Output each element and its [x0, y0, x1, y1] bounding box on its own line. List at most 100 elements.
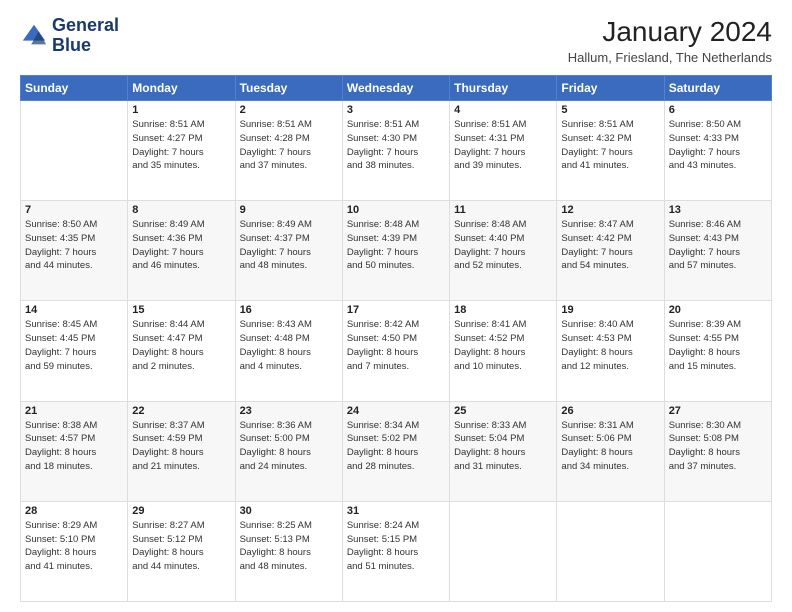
day-number: 24: [347, 405, 445, 417]
day-number: 20: [669, 304, 767, 316]
table-row: 26 Sunrise: 8:31 AMSunset: 5:06 PMDayligh…: [557, 401, 664, 501]
calendar-week-row: 21 Sunrise: 8:38 AMSunset: 4:57 PMDayligh…: [21, 401, 772, 501]
page: General Blue January 2024 Hallum, Friesl…: [0, 0, 792, 612]
day-number: 16: [240, 304, 338, 316]
logo-text: General Blue: [52, 16, 119, 56]
table-row: 28 Sunrise: 8:29 AMSunset: 5:10 PMDayligh…: [21, 501, 128, 601]
table-row: 8 Sunrise: 8:49 AMSunset: 4:36 PMDaylight…: [128, 201, 235, 301]
calendar-week-row: 7Sunrise: 8:50 AMSunset: 4:35 PMDaylight…: [21, 201, 772, 301]
day-number: 1: [132, 104, 230, 116]
table-row: 19Sunrise: 8:40 AMSunset: 4:53 PMDayligh…: [557, 301, 664, 401]
location: Hallum, Friesland, The Netherlands: [568, 50, 772, 65]
day-number: 2: [240, 104, 338, 116]
calendar-week-row: 1 Sunrise: 8:51 AMSunset: 4:27 PMDaylight…: [21, 101, 772, 201]
table-row: 12Sunrise: 8:47 AMSunset: 4:42 PMDayligh…: [557, 201, 664, 301]
table-row: [557, 501, 664, 601]
day-number: 3: [347, 104, 445, 116]
table-row: 31 Sunrise: 8:24 AMSunset: 5:15 PMDayligh…: [342, 501, 449, 601]
table-row: 29 Sunrise: 8:27 AMSunset: 5:12 PMDayligh…: [128, 501, 235, 601]
day-info: Sunrise: 8:27 AMSunset: 5:12 PMDaylight:…: [132, 519, 230, 574]
day-number: 5: [561, 104, 659, 116]
day-number: 21: [25, 405, 123, 417]
table-row: 13Sunrise: 8:46 AMSunset: 4:43 PMDayligh…: [664, 201, 771, 301]
table-row: 27 Sunrise: 8:30 AMSunset: 5:08 PMDayligh…: [664, 401, 771, 501]
table-row: 4 Sunrise: 8:51 AMSunset: 4:31 PMDaylight…: [450, 101, 557, 201]
day-number: 6: [669, 104, 767, 116]
day-number: 4: [454, 104, 552, 116]
table-row: 23 Sunrise: 8:36 AMSunset: 5:00 PMDayligh…: [235, 401, 342, 501]
day-number: 23: [240, 405, 338, 417]
day-info: Sunrise: 8:51 AMSunset: 4:31 PMDaylight:…: [454, 118, 552, 173]
col-saturday: Saturday: [664, 76, 771, 101]
table-row: 11 Sunrise: 8:48 AMSunset: 4:40 PMDayligh…: [450, 201, 557, 301]
col-thursday: Thursday: [450, 76, 557, 101]
table-row: 24 Sunrise: 8:34 AMSunset: 5:02 PMDayligh…: [342, 401, 449, 501]
day-info: Sunrise: 8:31 AMSunset: 5:06 PMDaylight:…: [561, 419, 659, 474]
day-info: Sunrise: 8:38 AMSunset: 4:57 PMDaylight:…: [25, 419, 123, 474]
table-row: 17 Sunrise: 8:42 AMSunset: 4:50 PMDayligh…: [342, 301, 449, 401]
calendar-table: Sunday Monday Tuesday Wednesday Thursday…: [20, 75, 772, 602]
day-info: Sunrise: 8:46 AMSunset: 4:43 PMDaylight:…: [669, 218, 767, 273]
table-row: 9 Sunrise: 8:49 AMSunset: 4:37 PMDaylight…: [235, 201, 342, 301]
day-info: Sunrise: 8:24 AMSunset: 5:15 PMDaylight:…: [347, 519, 445, 574]
day-info: Sunrise: 8:34 AMSunset: 5:02 PMDaylight:…: [347, 419, 445, 474]
day-info: Sunrise: 8:49 AMSunset: 4:37 PMDaylight:…: [240, 218, 338, 273]
day-info: Sunrise: 8:42 AMSunset: 4:50 PMDaylight:…: [347, 318, 445, 373]
day-number: 14: [25, 304, 123, 316]
table-row: 5 Sunrise: 8:51 AMSunset: 4:32 PMDaylight…: [557, 101, 664, 201]
table-row: 21 Sunrise: 8:38 AMSunset: 4:57 PMDayligh…: [21, 401, 128, 501]
day-info: Sunrise: 8:37 AMSunset: 4:59 PMDaylight:…: [132, 419, 230, 474]
day-number: 31: [347, 505, 445, 517]
header: General Blue January 2024 Hallum, Friesl…: [20, 16, 772, 65]
col-wednesday: Wednesday: [342, 76, 449, 101]
day-info: Sunrise: 8:33 AMSunset: 5:04 PMDaylight:…: [454, 419, 552, 474]
day-number: 26: [561, 405, 659, 417]
table-row: 18Sunrise: 8:41 AMSunset: 4:52 PMDayligh…: [450, 301, 557, 401]
month-title: January 2024: [568, 16, 772, 48]
day-info: Sunrise: 8:45 AMSunset: 4:45 PMDaylight:…: [25, 318, 123, 373]
table-row: 16 Sunrise: 8:43 AMSunset: 4:48 PMDayligh…: [235, 301, 342, 401]
table-row: 7Sunrise: 8:50 AMSunset: 4:35 PMDaylight…: [21, 201, 128, 301]
day-info: Sunrise: 8:51 AMSunset: 4:30 PMDaylight:…: [347, 118, 445, 173]
table-row: [21, 101, 128, 201]
day-number: 7: [25, 204, 123, 216]
table-row: [450, 501, 557, 601]
day-number: 8: [132, 204, 230, 216]
table-row: 10 Sunrise: 8:48 AMSunset: 4:39 PMDayligh…: [342, 201, 449, 301]
calendar-week-row: 14 Sunrise: 8:45 AMSunset: 4:45 PMDayligh…: [21, 301, 772, 401]
day-number: 28: [25, 505, 123, 517]
day-number: 9: [240, 204, 338, 216]
table-row: 30Sunrise: 8:25 AMSunset: 5:13 PMDayligh…: [235, 501, 342, 601]
day-number: 27: [669, 405, 767, 417]
day-number: 29: [132, 505, 230, 517]
day-info: Sunrise: 8:49 AMSunset: 4:36 PMDaylight:…: [132, 218, 230, 273]
day-info: Sunrise: 8:43 AMSunset: 4:48 PMDaylight:…: [240, 318, 338, 373]
day-info: Sunrise: 8:44 AMSunset: 4:47 PMDaylight:…: [132, 318, 230, 373]
day-info: Sunrise: 8:25 AMSunset: 5:13 PMDaylight:…: [240, 519, 338, 574]
day-number: 17: [347, 304, 445, 316]
day-number: 11: [454, 204, 552, 216]
day-info: Sunrise: 8:51 AMSunset: 4:32 PMDaylight:…: [561, 118, 659, 173]
col-friday: Friday: [557, 76, 664, 101]
day-number: 25: [454, 405, 552, 417]
day-info: Sunrise: 8:29 AMSunset: 5:10 PMDaylight:…: [25, 519, 123, 574]
table-row: 6 Sunrise: 8:50 AMSunset: 4:33 PMDaylight…: [664, 101, 771, 201]
day-info: Sunrise: 8:30 AMSunset: 5:08 PMDaylight:…: [669, 419, 767, 474]
calendar-header-row: Sunday Monday Tuesday Wednesday Thursday…: [21, 76, 772, 101]
day-info: Sunrise: 8:48 AMSunset: 4:40 PMDaylight:…: [454, 218, 552, 273]
day-number: 10: [347, 204, 445, 216]
day-info: Sunrise: 8:50 AMSunset: 4:33 PMDaylight:…: [669, 118, 767, 173]
col-tuesday: Tuesday: [235, 76, 342, 101]
day-info: Sunrise: 8:51 AMSunset: 4:27 PMDaylight:…: [132, 118, 230, 173]
day-info: Sunrise: 8:48 AMSunset: 4:39 PMDaylight:…: [347, 218, 445, 273]
day-number: 12: [561, 204, 659, 216]
day-info: Sunrise: 8:36 AMSunset: 5:00 PMDaylight:…: [240, 419, 338, 474]
day-number: 18: [454, 304, 552, 316]
logo: General Blue: [20, 16, 119, 56]
day-info: Sunrise: 8:51 AMSunset: 4:28 PMDaylight:…: [240, 118, 338, 173]
table-row: [664, 501, 771, 601]
day-number: 15: [132, 304, 230, 316]
day-number: 19: [561, 304, 659, 316]
col-monday: Monday: [128, 76, 235, 101]
table-row: 2 Sunrise: 8:51 AMSunset: 4:28 PMDaylight…: [235, 101, 342, 201]
